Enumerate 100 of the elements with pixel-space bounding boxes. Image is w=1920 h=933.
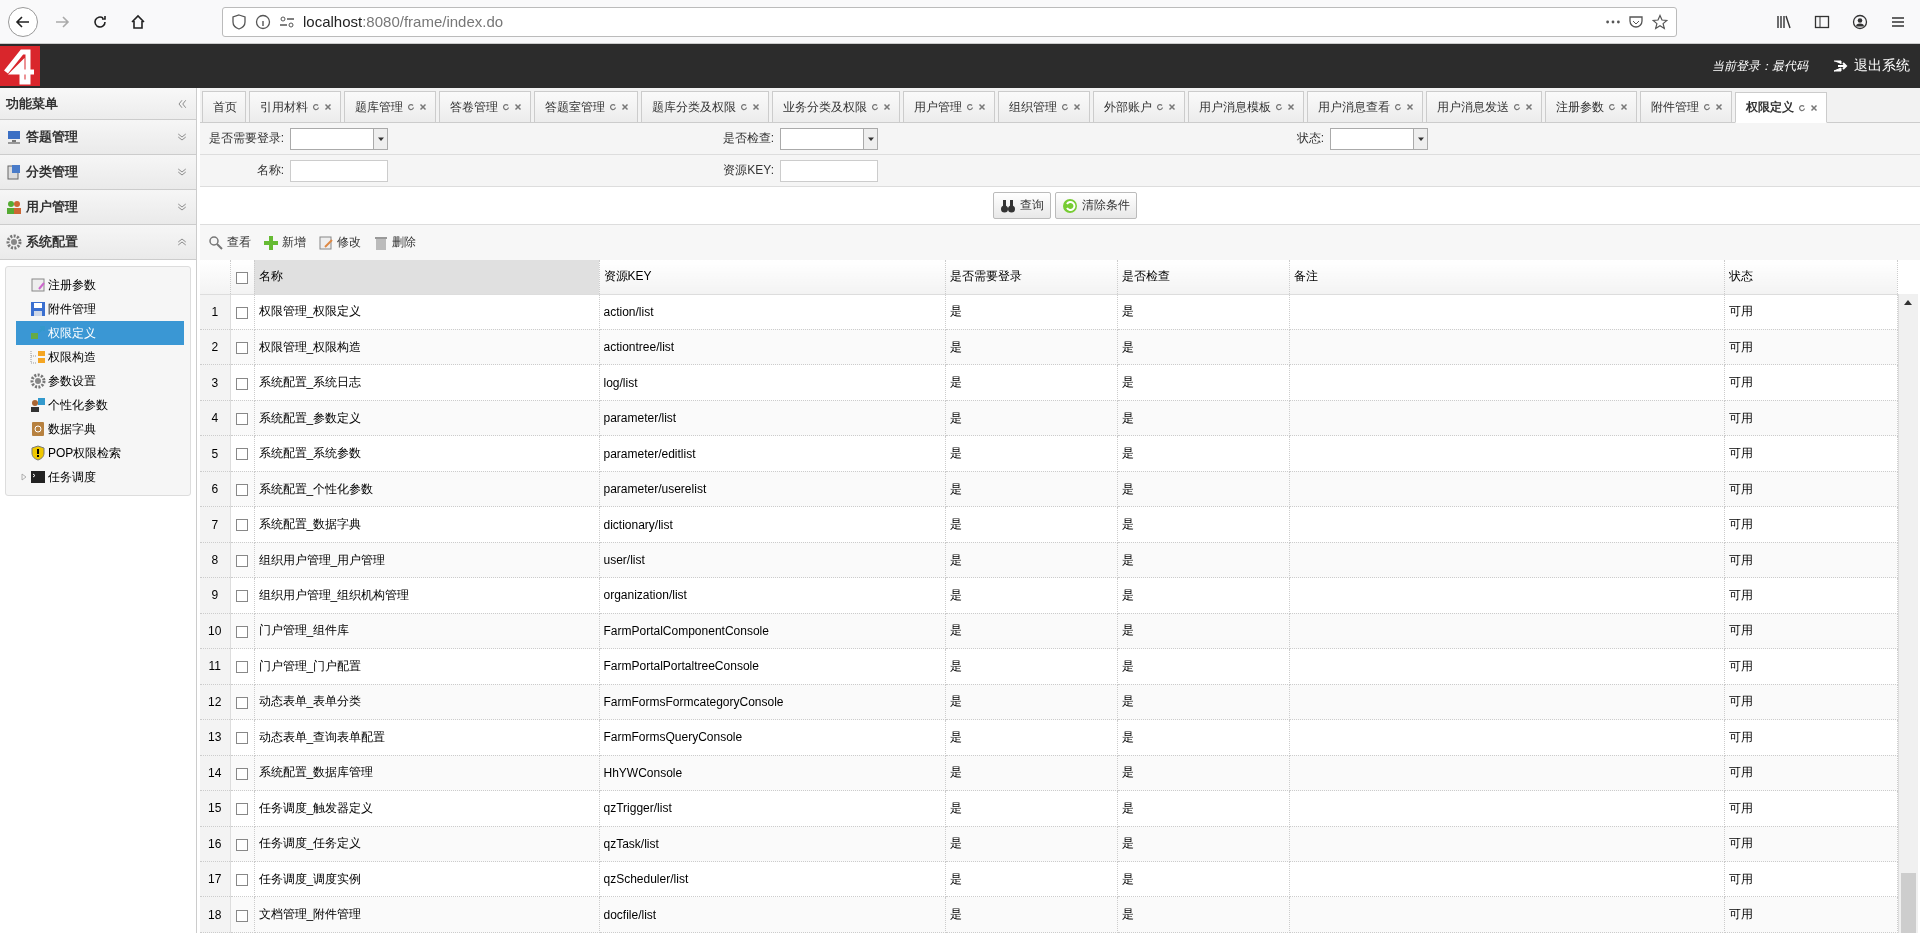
tab[interactable]: 外部账户 — [1093, 91, 1185, 122]
tab[interactable]: 用户管理 — [903, 91, 995, 122]
column-header[interactable]: 备注 — [1289, 260, 1724, 294]
logo — [0, 46, 40, 86]
menu-tree-item[interactable]: 参数设置 — [16, 369, 184, 393]
edit-icon — [318, 234, 334, 251]
row-checkbox[interactable] — [236, 767, 248, 780]
row-checkbox[interactable] — [236, 412, 248, 425]
column-header[interactable]: 资源KEY — [599, 260, 945, 294]
row-checkbox[interactable] — [236, 696, 248, 709]
menu-section[interactable]: 答题管理 — [0, 120, 196, 155]
column-header[interactable]: 是否需要登录 — [945, 260, 1117, 294]
tab[interactable]: 用户消息查看 — [1307, 91, 1423, 122]
select-field[interactable] — [780, 127, 878, 150]
table-cell: 是 — [1117, 400, 1289, 436]
reload-icon — [92, 13, 108, 30]
query-button[interactable]: 查询 — [993, 192, 1051, 219]
table-cell: 可用 — [1724, 542, 1897, 578]
refresh-icon — [1061, 103, 1069, 111]
row-checkbox[interactable] — [236, 803, 248, 816]
filter-label: 资源KEY: — [722, 162, 775, 179]
tab[interactable]: 注册参数 — [1545, 91, 1637, 122]
refresh-icon — [312, 103, 320, 111]
close-icon — [324, 103, 332, 111]
table-cell: 是 — [945, 896, 1117, 933]
input-field[interactable] — [290, 159, 388, 182]
row-checkbox[interactable] — [236, 732, 248, 745]
menu-section[interactable]: 系统配置 — [0, 225, 196, 260]
sidebar-title: 功能菜单 — [6, 94, 58, 113]
tab[interactable]: 组织管理 — [998, 91, 1090, 122]
row-checkbox[interactable] — [236, 306, 248, 319]
tab[interactable]: 业务分类及权限 — [772, 91, 900, 122]
toolbar-button[interactable]: 查看 — [208, 234, 251, 251]
select-field[interactable] — [290, 127, 388, 150]
menu-tree-item[interactable]: 个性化参数 — [16, 393, 184, 417]
row-number: 18 — [200, 896, 230, 933]
table-cell: 是 — [1117, 329, 1289, 365]
clear-button[interactable]: 清除条件 — [1055, 192, 1137, 219]
logout-button[interactable]: 退出系统 — [1832, 57, 1910, 75]
table-cell: 是 — [1117, 896, 1289, 933]
tab[interactable]: 用户消息发送 — [1426, 91, 1542, 122]
more-icon[interactable] — [1606, 19, 1620, 24]
table-cell: 是 — [1117, 613, 1289, 649]
column-header[interactable]: 名称 — [254, 260, 599, 294]
row-checkbox[interactable] — [236, 519, 248, 532]
menu-tree-item[interactable]: 注册参数 — [16, 273, 184, 297]
menu-tree-item[interactable]: 权限构造 — [16, 345, 184, 369]
row-checkbox[interactable] — [236, 590, 248, 603]
row-checkbox[interactable] — [236, 625, 248, 638]
menu-tree-item[interactable]: 数据字典 — [16, 417, 184, 441]
row-checkbox[interactable] — [236, 483, 248, 496]
table-cell: 是 — [945, 861, 1117, 897]
tab[interactable]: 引用材料 — [249, 91, 341, 122]
row-checkbox[interactable] — [236, 874, 248, 887]
tab[interactable]: 题库分类及权限 — [641, 91, 769, 122]
trash-icon — [373, 234, 389, 251]
menu-section[interactable]: 分类管理 — [0, 155, 196, 190]
row-number: 14 — [200, 755, 230, 791]
table-cell: 系统配置_参数定义 — [254, 400, 599, 436]
tab[interactable]: 答题室管理 — [534, 91, 638, 122]
tab[interactable]: 题库管理 — [344, 91, 436, 122]
tab[interactable]: 答卷管理 — [439, 91, 531, 122]
address-bar[interactable]: localhost:8080/frame/index.do — [222, 6, 1677, 37]
select-field[interactable] — [1330, 127, 1428, 150]
row-checkbox[interactable] — [236, 838, 248, 851]
tab[interactable]: 附件管理 — [1640, 91, 1732, 122]
table-cell: FarmFormsFormcategoryConsole — [599, 684, 945, 720]
column-header[interactable]: 状态 — [1724, 260, 1897, 294]
permissions-icon — [279, 13, 295, 30]
scroll-thumb[interactable] — [1900, 873, 1916, 933]
input-field[interactable] — [780, 159, 878, 182]
table-cell: 动态表单_表单分类 — [254, 684, 599, 720]
tab[interactable]: 权限定义 — [1735, 92, 1827, 123]
search-icon — [208, 234, 224, 251]
tab[interactable]: 首页 — [202, 91, 246, 122]
refresh-icon — [609, 103, 617, 111]
menu-tree-item[interactable]: 附件管理 — [16, 297, 184, 321]
table-cell: 是 — [1117, 471, 1289, 507]
scrollbar[interactable] — [1897, 294, 1918, 933]
table-cell: docfile/list — [599, 896, 945, 933]
select-all-checkbox[interactable] — [236, 271, 248, 284]
row-checkbox[interactable] — [236, 448, 248, 461]
toolbar-button[interactable]: 修改 — [318, 234, 361, 251]
toolbar-button[interactable]: 删除 — [373, 234, 416, 251]
menu-tree-item[interactable]: POP权限检索 — [16, 441, 184, 465]
menu-tree-item[interactable]: 任务调度 — [16, 465, 184, 489]
back-arrow-icon — [15, 13, 31, 30]
row-checkbox[interactable] — [236, 909, 248, 922]
toolbar-button[interactable]: 新增 — [263, 234, 306, 251]
row-checkbox[interactable] — [236, 377, 248, 390]
row-number: 6 — [200, 471, 230, 507]
row-number: 5 — [200, 435, 230, 472]
close-icon — [621, 103, 629, 111]
row-checkbox[interactable] — [236, 554, 248, 567]
menu-section[interactable]: 用户管理 — [0, 190, 196, 225]
row-checkbox[interactable] — [236, 661, 248, 674]
tab[interactable]: 用户消息模板 — [1188, 91, 1304, 122]
column-header[interactable]: 是否检查 — [1117, 260, 1289, 294]
row-checkbox[interactable] — [236, 342, 248, 355]
back-button[interactable] — [8, 6, 38, 37]
